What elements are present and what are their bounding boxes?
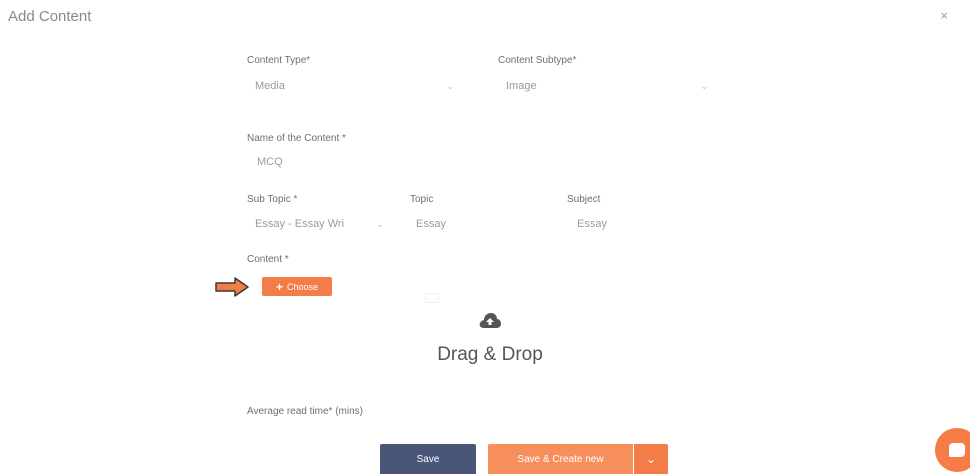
content-type-select[interactable]: Media ⌄ [247, 76, 462, 96]
subject-field: Essay [567, 214, 707, 234]
close-icon[interactable]: × [940, 8, 948, 23]
topic-field: Essay [410, 214, 550, 234]
content-name-input[interactable]: MCQ [247, 152, 547, 172]
drag-drop-title: Drag & Drop [437, 344, 543, 365]
subject-value: Essay [577, 218, 607, 230]
chat-widget-button[interactable] [935, 428, 970, 472]
content-type-label: Content Type* [247, 55, 311, 66]
chevron-down-icon: ⌄ [700, 81, 708, 91]
save-options-dropdown-button[interactable]: ⌄ [634, 444, 668, 474]
content-subtype-select[interactable]: Image ⌄ [498, 76, 716, 96]
subject-label: Subject [567, 194, 601, 205]
faint-placeholder-box [425, 293, 439, 303]
choose-button[interactable]: + Choose [262, 277, 332, 296]
drop-zone[interactable]: Drag & Drop [390, 306, 590, 386]
chat-icon [949, 443, 965, 457]
sub-topic-value: Essay - Essay Wri [255, 218, 345, 230]
sub-topic-label: Sub Topic * [247, 194, 298, 205]
average-read-time-input[interactable] [247, 424, 367, 444]
dialog-title: Add Content [8, 8, 92, 25]
content-name-label: Name of the Content * [247, 133, 346, 144]
content-subtype-label: Content Subtype* [498, 55, 577, 66]
save-button[interactable]: Save [380, 444, 476, 474]
content-label: Content * [247, 254, 289, 265]
chevron-down-icon: ⌄ [446, 81, 454, 91]
choose-button-label: Choose [286, 281, 319, 292]
content-type-value: Media [255, 80, 285, 92]
cloud-upload-icon [479, 313, 501, 328]
save-create-new-button[interactable]: Save & Create new [488, 444, 633, 474]
average-read-time-label: Average read time* (mins) [247, 406, 363, 417]
chevron-down-icon: ⌄ [376, 219, 384, 229]
plus-icon: + [275, 279, 283, 294]
arrow-right-icon [215, 277, 249, 297]
sub-topic-select[interactable]: Essay - Essay Wri ⌄ [247, 214, 392, 234]
content-name-value: MCQ [257, 156, 283, 168]
content-subtype-value: Image [506, 80, 537, 92]
topic-value: Essay [416, 218, 446, 230]
chevron-down-icon: ⌄ [645, 452, 657, 466]
topic-label: Topic [410, 194, 434, 205]
